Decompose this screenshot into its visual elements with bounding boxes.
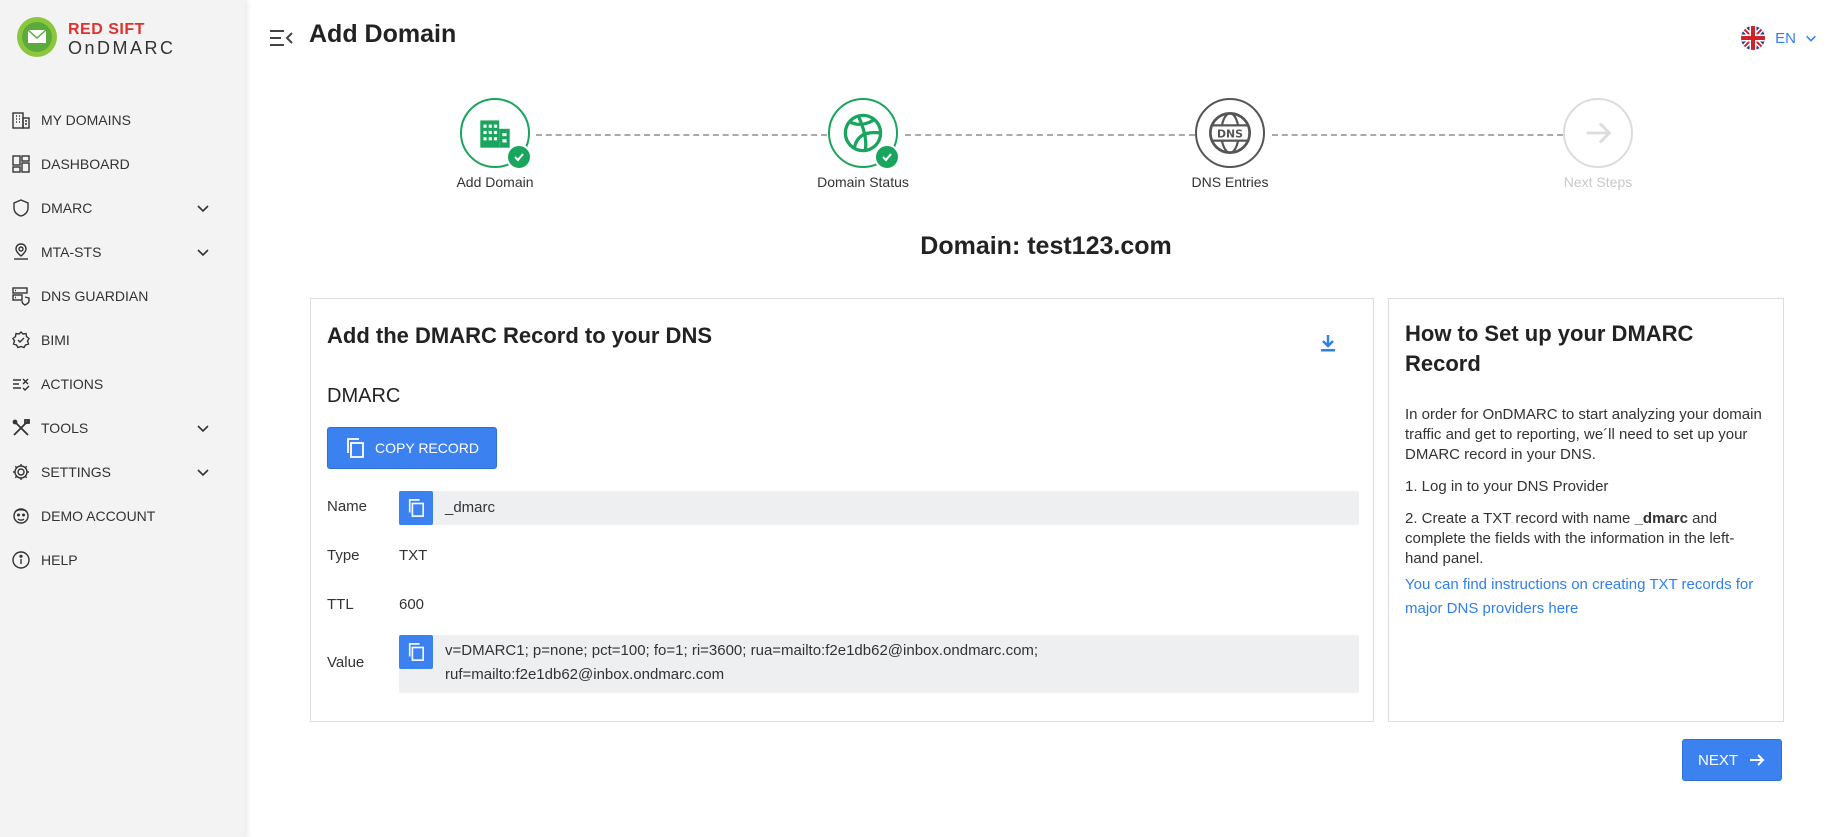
- step-label: DNS Entries: [1191, 174, 1269, 190]
- brand-line1: RED SIFT: [68, 21, 145, 38]
- name-label: Name: [327, 498, 368, 515]
- copy-icon: [408, 499, 425, 517]
- copy-record-label: COPY RECORD: [375, 440, 479, 456]
- help-title: How to Set up your DMARC Record: [1405, 321, 1694, 376]
- sidebar-item-mta-sts[interactable]: MTA-STS: [0, 230, 245, 274]
- sidebar-item-bimi[interactable]: BIMI: [0, 318, 245, 362]
- sidebar-item-label: TOOLS: [41, 420, 89, 436]
- server-shield-icon: [10, 285, 32, 307]
- copy-value-button[interactable]: [399, 635, 433, 669]
- progress-stepper: Add Domain Domain Status DNS DNS Entries…: [0, 98, 1832, 208]
- info-icon: [10, 549, 32, 571]
- copy-icon: [347, 438, 364, 458]
- step-label: Next Steps: [1563, 174, 1633, 190]
- download-icon[interactable]: [1319, 333, 1337, 353]
- sidebar-item-settings[interactable]: SETTINGS: [0, 450, 245, 494]
- gear-icon: [10, 461, 32, 483]
- sidebar-item-label: ACTIONS: [41, 376, 104, 392]
- card-title: Add the DMARC Record to your DNS: [327, 323, 712, 348]
- step-domain-status: Domain Status: [803, 98, 923, 190]
- sidebar-item-tools[interactable]: TOOLS: [0, 406, 245, 450]
- language-selector[interactable]: EN: [1741, 26, 1818, 50]
- arrow-right-icon: [1586, 122, 1612, 144]
- page-title: Add Domain: [309, 20, 457, 48]
- sidebar-item-label: HELP: [41, 552, 78, 568]
- chevron-down-icon[interactable]: [195, 464, 211, 480]
- step-label: Add Domain: [456, 174, 534, 190]
- value-line-2: ruf=mailto:f2e1db62@inbox.ondmarc.com: [445, 666, 725, 683]
- sidebar-item-label: DEMO ACCOUNT: [41, 508, 156, 524]
- next-button[interactable]: NEXT: [1682, 739, 1782, 781]
- dns-badge-text: DNS: [1217, 127, 1243, 140]
- language-code: EN: [1775, 29, 1796, 47]
- sidebar-item-help[interactable]: HELP: [0, 538, 245, 582]
- collapse-menu-icon[interactable]: [268, 27, 294, 49]
- badge-check-icon: [10, 329, 32, 351]
- step-next-steps: Next Steps: [1538, 98, 1658, 190]
- ttl-value: 600: [399, 596, 425, 613]
- chevron-down-icon[interactable]: [195, 244, 211, 260]
- brand-logo[interactable]: RED SIFT OnDMARC: [16, 16, 226, 62]
- arrow-right-icon: [1750, 754, 1765, 766]
- checklist-icon: [10, 373, 32, 395]
- brand-line2: OnDMARC: [68, 38, 176, 58]
- step-add-domain: Add Domain: [435, 98, 555, 190]
- dns-globe-icon: DNS: [1209, 112, 1251, 154]
- step-label: Domain Status: [817, 174, 909, 190]
- help-step-1: 1. Log in to your DNS Provider: [1405, 478, 1609, 495]
- record-type-heading: DMARC: [327, 385, 401, 407]
- type-value: TXT: [399, 547, 428, 564]
- help-intro: In order for OnDMARC to start analyzing …: [1405, 406, 1762, 463]
- user-icon: [10, 505, 32, 527]
- chevron-down-icon[interactable]: [195, 420, 211, 436]
- copy-name-button[interactable]: [399, 491, 433, 525]
- sidebar-item-label: BIMI: [41, 332, 70, 348]
- uk-flag-icon: [1741, 26, 1766, 50]
- value-label: Value: [327, 654, 365, 671]
- step-dns-entries: DNS DNS Entries: [1170, 98, 1290, 190]
- map-pin-icon: [10, 241, 32, 263]
- tools-icon: [10, 417, 32, 439]
- check-icon: [506, 144, 532, 170]
- help-card: How to Set up your DMARC Record In order…: [1388, 298, 1784, 722]
- dns-providers-link[interactable]: You can find instructions on creating TX…: [1405, 573, 1767, 621]
- sidebar-item-demo-account[interactable]: DEMO ACCOUNT: [0, 494, 245, 538]
- ttl-label: TTL: [327, 596, 354, 613]
- chevron-down-icon: [1806, 35, 1816, 42]
- type-label: Type: [327, 547, 360, 564]
- ondmarc-logo-icon: [17, 17, 57, 57]
- record-name-emphasis: _dmarc: [1634, 510, 1688, 527]
- sidebar-item-label: SETTINGS: [41, 464, 112, 480]
- sidebar-item-label: DNS GUARDIAN: [41, 288, 149, 304]
- step-connector: [905, 134, 1195, 136]
- sidebar-item-label: MTA-STS: [41, 244, 102, 260]
- step-connector: [536, 134, 827, 136]
- value-field: v=DMARC1; p=none; pct=100; fo=1; ri=3600…: [399, 635, 1359, 693]
- step-connector: [1272, 134, 1563, 136]
- copy-record-button[interactable]: COPY RECORD: [327, 427, 497, 469]
- name-field: _dmarc: [399, 491, 1359, 525]
- name-value: _dmarc: [445, 499, 496, 516]
- domain-heading: Domain: test123.com: [920, 232, 1172, 260]
- sidebar-item-actions[interactable]: ACTIONS: [0, 362, 245, 406]
- sidebar-item-dns-guardian[interactable]: DNS GUARDIAN: [0, 274, 245, 318]
- check-icon: [874, 144, 900, 170]
- help-step-2: 2. Create a TXT record with name _dmarc …: [1405, 510, 1735, 567]
- dmarc-record-card: Add the DMARC Record to your DNS DMARC C…: [310, 298, 1374, 722]
- copy-icon: [408, 643, 425, 661]
- next-label: NEXT: [1697, 751, 1738, 769]
- value-line-1: v=DMARC1; p=none; pct=100; fo=1; ri=3600…: [445, 642, 1039, 659]
